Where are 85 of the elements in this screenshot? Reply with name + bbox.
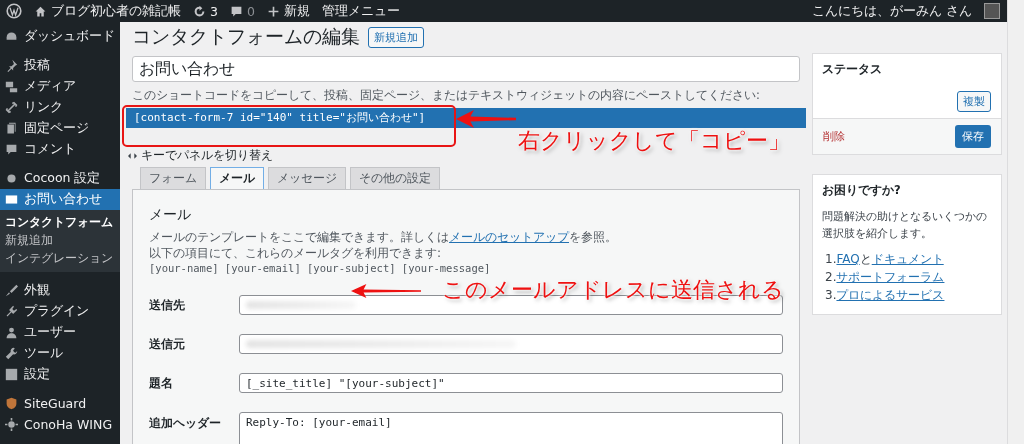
help-link[interactable]: ドキュメント xyxy=(871,252,944,266)
sidebar-menu-item[interactable]: リンク xyxy=(0,97,120,118)
mail-tags-intro: 以下の項目にて、これらのメールタグを利用できます: xyxy=(149,245,443,261)
admin-menu-link[interactable]: 管理メニュー xyxy=(321,2,400,20)
sidebar-menu-item[interactable]: お問い合わせ xyxy=(0,189,120,210)
annotation-text: このメールアドレスに送信される xyxy=(442,276,784,304)
shield-icon xyxy=(5,397,18,410)
key-toggle-hint: キーでパネルを切り替え xyxy=(141,148,273,163)
help-text: 問題解決の助けとなるいくつかの選択肢を紹介します。 xyxy=(822,209,988,242)
envelope-icon xyxy=(5,193,18,206)
panel-tab[interactable]: メール xyxy=(210,167,264,189)
save-button[interactable]: 保存 xyxy=(955,125,991,148)
add-new-button[interactable]: 新規追加 xyxy=(368,26,424,48)
help-title: お困りですか? xyxy=(821,182,902,199)
media-icon xyxy=(5,80,18,93)
new-label: 新規 xyxy=(283,2,310,20)
submenu-item[interactable]: 新規追加 xyxy=(0,231,120,249)
greeting-link[interactable]: こんにちは、がーみん さん xyxy=(812,2,972,20)
delete-link[interactable]: 削除 xyxy=(823,129,845,144)
page-title: コンタクトフォームの編集 xyxy=(132,24,360,49)
sidebar-menu-item[interactable]: SiteGuard xyxy=(0,393,120,414)
mail-setup-link[interactable]: メールのセットアップ xyxy=(449,230,569,244)
brush-icon xyxy=(5,284,18,297)
comments-count: 0 xyxy=(246,3,255,19)
pushpin-icon xyxy=(5,59,18,72)
mail-heading: メール xyxy=(149,206,192,224)
dashboard-icon xyxy=(5,30,18,43)
sidebar-menu-item[interactable]: 設定 xyxy=(0,364,120,385)
submenu-item[interactable]: コンタクトフォーム xyxy=(0,213,120,231)
sidebar-menu-item[interactable]: Cocoon 設定 xyxy=(0,168,120,189)
mail-description: メールのテンプレートをここで編集できます。詳しくはメールのセットアップを参照。 xyxy=(149,229,618,245)
updates-link[interactable]: 3 xyxy=(193,3,218,19)
left-right-arrows-icon xyxy=(128,152,137,159)
refresh-icon xyxy=(193,4,206,18)
blurred-input-field[interactable] xyxy=(239,334,783,354)
headers-textarea[interactable]: Reply-To: [your-email] xyxy=(239,412,783,444)
duplicate-button[interactable]: 複製 xyxy=(957,91,991,112)
status-title: ステータス xyxy=(821,61,883,78)
sidebar-menu-item[interactable]: 固定ページ xyxy=(0,118,120,139)
sidebar-menu-item[interactable]: ツール xyxy=(0,343,120,364)
field-label: 送信元 xyxy=(149,336,186,352)
circle-icon xyxy=(5,172,18,185)
gear-icon xyxy=(5,418,18,431)
plug-icon xyxy=(5,305,18,318)
list-number: 1. xyxy=(825,252,837,266)
mail-tags: [your-name] [your-email] [your-subject] [your-message] xyxy=(149,261,783,276)
comment-icon xyxy=(5,143,18,156)
user-icon xyxy=(5,326,18,339)
panel-tab[interactable]: メッセージ xyxy=(268,167,346,189)
wordpress-logo-icon[interactable] xyxy=(6,3,22,19)
subject-input-field[interactable]: [_site_title] "[your-subject]" xyxy=(239,373,783,393)
annotation-text: 右クリックして「コピー」 xyxy=(518,127,790,155)
home-icon xyxy=(34,4,47,18)
comments-link[interactable]: 0 xyxy=(229,3,255,19)
panel-tab[interactable]: その他の設定 xyxy=(350,167,440,189)
field-label: 追加ヘッダー xyxy=(149,415,222,431)
avatar-icon[interactable] xyxy=(984,3,1000,19)
help-conjunction: と xyxy=(859,252,872,266)
plus-icon xyxy=(266,4,280,18)
list-number: 2. xyxy=(825,270,837,284)
shortcode-field[interactable]: [contact-form-7 id="140" title="お問い合わせ"] xyxy=(126,108,806,128)
sidebar-menu-item[interactable]: 投稿 xyxy=(0,55,120,76)
sidebar-menu-item[interactable]: メディア xyxy=(0,76,120,97)
submenu-item[interactable]: インテグレーション xyxy=(0,249,120,267)
help-link[interactable]: サポートフォーラム xyxy=(836,270,945,284)
sidebar-menu-item[interactable]: ConoHa WING xyxy=(0,414,120,435)
field-label: 送信先 xyxy=(149,297,186,313)
wrench-icon xyxy=(5,347,18,360)
sidebar-menu-item[interactable]: ユーザー xyxy=(0,322,120,343)
pages-icon xyxy=(5,122,18,135)
sidebar-menu-item[interactable]: プラグイン xyxy=(0,301,120,322)
annotation-arrow xyxy=(456,108,516,130)
list-number: 3. xyxy=(825,288,837,302)
shortcode-hint: このショートコードをコピーして、投稿、固定ページ、またはテキストウィジェットの内容にペーストしてください: xyxy=(132,88,761,103)
sidebar-menu-item[interactable]: 外観 xyxy=(0,280,120,301)
new-link[interactable]: 新規 xyxy=(266,2,310,20)
sidebar-menu-item[interactable]: ダッシュボード xyxy=(0,26,120,47)
updates-count: 3 xyxy=(210,3,218,19)
form-title-field[interactable]: お問い合わせ xyxy=(132,56,800,82)
help-link[interactable]: FAQ xyxy=(836,252,860,266)
help-link[interactable]: プロによるサービス xyxy=(836,288,945,302)
panel-tab[interactable]: フォーム xyxy=(140,167,206,189)
field-label: 題名 xyxy=(149,375,174,391)
sidebar-menu-item[interactable]: コメント xyxy=(0,139,120,160)
comment-icon xyxy=(229,4,243,18)
